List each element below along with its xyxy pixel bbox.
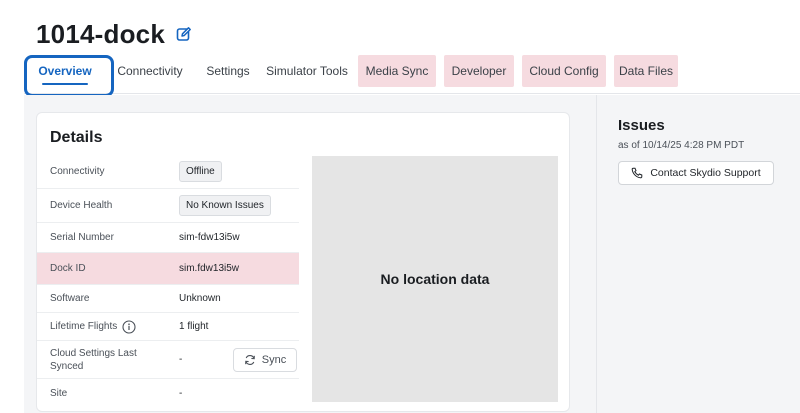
- tab-simulator-tools-label: Simulator Tools: [266, 64, 348, 78]
- phone-icon: [631, 167, 643, 179]
- detail-label: Dock ID: [50, 263, 86, 274]
- refresh-icon: [244, 354, 255, 365]
- edit-icon[interactable]: [175, 25, 193, 43]
- sync-label: Sync: [261, 353, 287, 366]
- detail-row-dock-id: Dock ID sim.fdw13i5w: [37, 253, 299, 285]
- details-title: Details: [50, 129, 103, 146]
- tab-developer-label: Developer: [451, 64, 507, 78]
- tab-media-sync-label: Media Sync: [365, 64, 429, 78]
- detail-label: Connectivity: [50, 166, 105, 177]
- left-margin: [0, 0, 24, 413]
- detail-value: Offline: [179, 161, 222, 182]
- contact-support-button[interactable]: Contact Skydio Support: [618, 161, 774, 185]
- tab-settings-label: Settings: [206, 64, 250, 78]
- tab-simulator-tools[interactable]: Simulator Tools: [264, 55, 350, 87]
- location-map: No location data: [312, 156, 558, 402]
- page-title: 1014-dock: [36, 18, 165, 49]
- detail-row-cloud-settings-synced: Cloud Settings Last Synced - Sync: [37, 341, 299, 379]
- connectivity-status-badge: Offline: [179, 161, 222, 182]
- page-header: 1014-dock: [36, 14, 193, 54]
- detail-label: Software: [50, 293, 90, 304]
- map-empty-text: No location data: [380, 271, 490, 287]
- details-card: Details Connectivity Offline Device Heal…: [36, 112, 570, 412]
- tab-data-files-label: Data Files: [618, 64, 674, 78]
- detail-value: sim.fdw13i5w: [179, 263, 240, 274]
- detail-label: Site: [50, 387, 68, 399]
- tab-media-sync[interactable]: Media Sync: [358, 55, 436, 87]
- tab-cloud-config[interactable]: Cloud Config: [522, 55, 606, 87]
- contact-support-label: Contact Skydio Support: [650, 167, 761, 179]
- issues-title: Issues: [618, 117, 665, 134]
- tab-overview-label: Overview: [38, 64, 92, 78]
- detail-label: Cloud Settings Last Synced: [50, 347, 137, 372]
- detail-value: -: [179, 354, 183, 365]
- detail-label: Device Health: [50, 200, 113, 211]
- tab-overview[interactable]: Overview: [34, 55, 96, 87]
- detail-row-site: Site -: [37, 379, 299, 407]
- tab-bar: Overview Connectivity Settings Simulator…: [24, 52, 800, 94]
- tab-data-files[interactable]: Data Files: [614, 55, 678, 87]
- detail-row-lifetime-flights: Lifetime Flights 1 flight: [37, 313, 299, 341]
- detail-row-device-health: Device Health No Known Issues: [37, 189, 299, 223]
- lifetime-flights-label: Lifetime Flights: [50, 321, 118, 332]
- details-list: Connectivity Offline Device Health No Kn…: [37, 155, 299, 407]
- detail-row-software: Software Unknown: [37, 285, 299, 313]
- tab-developer[interactable]: Developer: [444, 55, 514, 87]
- lifetime-flights-link[interactable]: 1 flight: [179, 321, 208, 332]
- detail-label: Serial Number: [50, 232, 114, 243]
- detail-row-connectivity: Connectivity Offline: [37, 155, 299, 189]
- detail-row-serial-number: Serial Number sim-fdw13i5w: [37, 223, 299, 253]
- detail-value: sim-fdw13i5w: [179, 232, 240, 243]
- tab-settings[interactable]: Settings: [200, 55, 256, 87]
- tab-connectivity-label: Connectivity: [117, 64, 183, 78]
- issues-timestamp: as of 10/14/25 4:28 PM PDT: [618, 140, 745, 151]
- sync-button[interactable]: Sync: [233, 347, 297, 372]
- detail-value: -: [179, 387, 183, 399]
- detail-value: Unknown: [179, 293, 221, 304]
- active-tab-indicator: [42, 83, 88, 85]
- tab-connectivity[interactable]: Connectivity: [110, 55, 190, 87]
- detail-value: No Known Issues: [179, 195, 271, 216]
- detail-label: Lifetime Flights: [50, 319, 165, 334]
- tab-cloud-config-label: Cloud Config: [529, 64, 599, 78]
- device-health-badge: No Known Issues: [179, 195, 271, 216]
- info-icon[interactable]: [122, 319, 136, 334]
